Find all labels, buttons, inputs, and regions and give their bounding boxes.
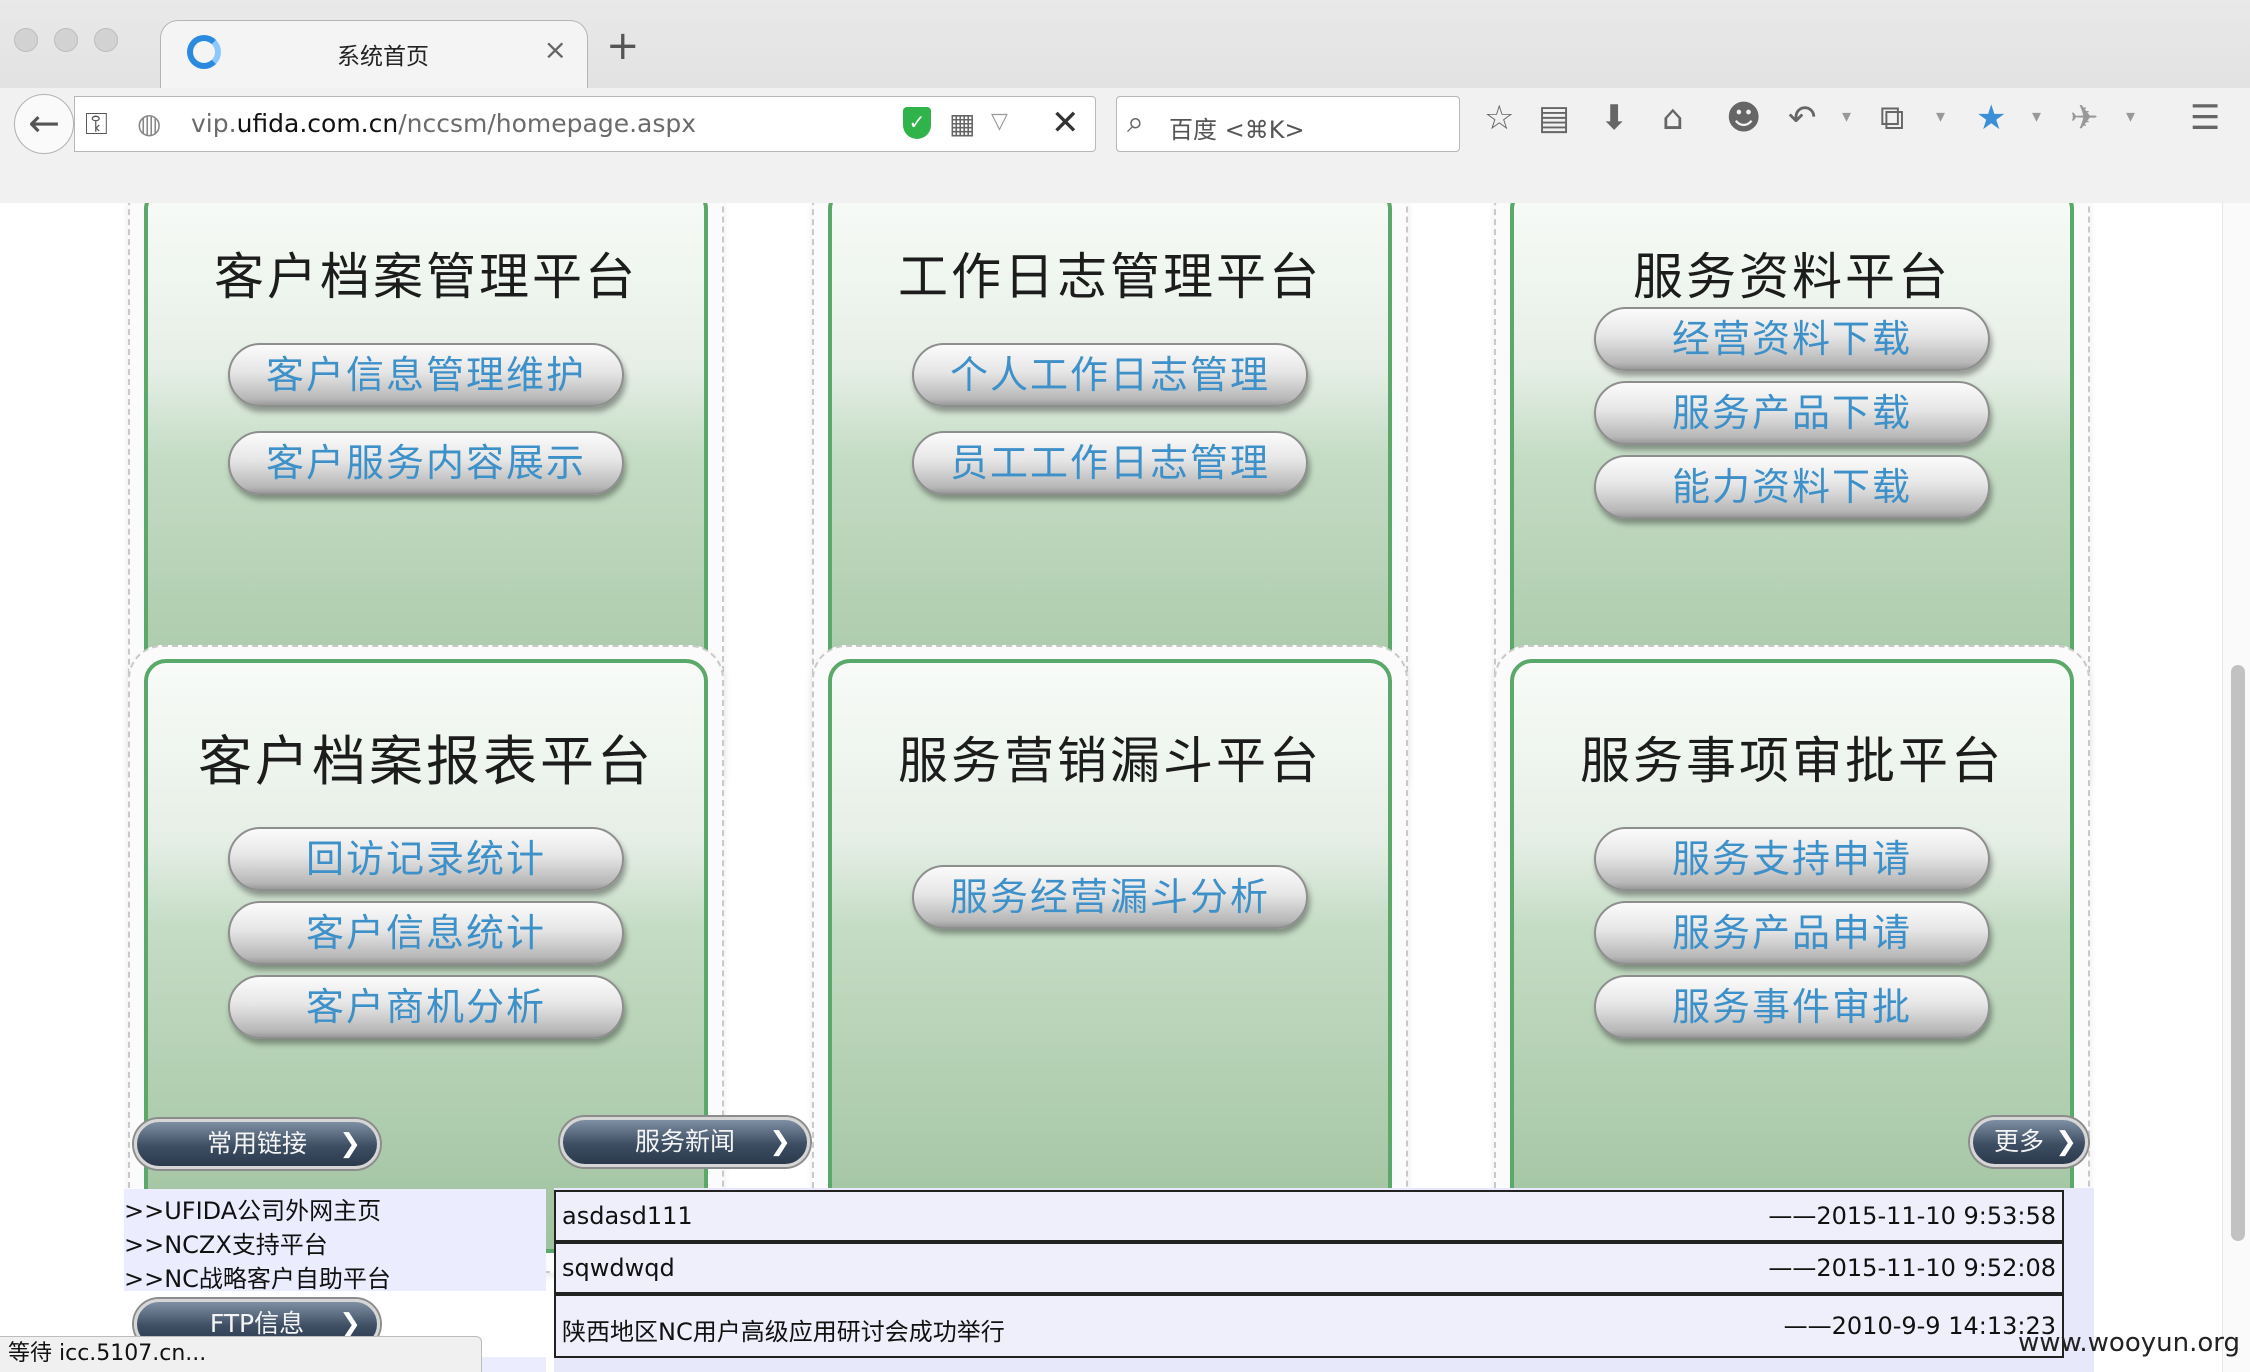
platform-card-panel: 服务营销漏斗平台 服务经营漏斗分析	[828, 659, 1392, 1253]
page-content: 客户档案管理平台 客户信息管理维护 客户服务内容展示 工作日志管理平台 个人工作…	[0, 203, 2250, 1372]
more-news-button[interactable]: 更多 ❯	[1970, 1117, 2088, 1167]
chevron-right-icon: ❯	[769, 1127, 791, 1157]
url-host-main: ufida.com.cn	[236, 109, 399, 138]
news-title[interactable]: sqwdwqd	[562, 1254, 675, 1282]
capability-materials-download-button[interactable]: 能力资料下载	[1594, 455, 1990, 519]
addon-star-icon[interactable]: ★	[1976, 98, 2006, 138]
platform-card-service-approval: 服务事项审批平台 服务支持申请 服务产品申请 服务事件审批	[1494, 645, 2090, 1273]
link-ufida-homepage[interactable]: >>UFIDA公司外网主页	[124, 1191, 381, 1226]
news-title[interactable]: 陕西地区NC用户高级应用研讨会成功举行	[562, 1312, 1005, 1347]
business-materials-download-button[interactable]: 经营资料下载	[1594, 307, 1990, 371]
platform-card-marketing-funnel: 服务营销漏斗平台 服务经营漏斗分析	[812, 645, 1408, 1273]
visit-record-statistics-button[interactable]: 回访记录统计	[228, 827, 624, 891]
window-close-button[interactable]	[14, 28, 38, 52]
undo-icon[interactable]: ↶	[1788, 98, 1817, 138]
home-icon[interactable]: ⌂	[1662, 98, 1684, 138]
search-placeholder: 百度 <⌘K>	[1169, 116, 1305, 144]
globe-icon[interactable]: ◍	[137, 107, 161, 140]
window-minimize-button[interactable]	[54, 28, 78, 52]
service-event-approval-button[interactable]: 服务事件审批	[1594, 975, 1990, 1039]
platform-title: 服务事项审批平台	[1580, 732, 2004, 790]
crop-screenshot-icon[interactable]: ⧉	[1880, 98, 1904, 138]
platform-title: 客户档案管理平台	[214, 248, 638, 306]
security-shield-icon[interactable]: ✓	[903, 107, 931, 139]
navigation-bar: ← ⚿ ◍ vip.ufida.com.cn/nccsm/homepage.as…	[0, 88, 2250, 203]
service-product-application-button[interactable]: 服务产品申请	[1594, 901, 1990, 965]
news-date: ——2015-11-10 9:52:08	[1768, 1254, 2056, 1282]
chat-icon[interactable]: ☻	[1726, 98, 1761, 138]
more-label: 更多	[1993, 1127, 2044, 1156]
back-arrow-icon: ←	[28, 101, 60, 145]
search-bar[interactable]: ⌕ 百度 <⌘K>	[1116, 96, 1460, 152]
search-icon: ⌕	[1127, 105, 1144, 140]
watermark-text: www.wooyun.org	[2017, 1328, 2240, 1358]
personal-work-log-button[interactable]: 个人工作日志管理	[912, 343, 1308, 407]
qr-code-icon[interactable]: ▦	[949, 107, 975, 140]
undo-dropdown-icon[interactable]: ▾	[1842, 106, 1851, 127]
tab-homepage[interactable]: 系统首页 ×	[160, 20, 588, 88]
service-support-application-button[interactable]: 服务支持申请	[1594, 827, 1990, 891]
service-news-label: 服务新闻	[634, 1127, 735, 1156]
status-bar: 等待 icc.5107.cn...	[0, 1336, 482, 1372]
bookmark-star-icon[interactable]: ☆	[1484, 98, 1514, 138]
common-links-label: 常用链接	[206, 1129, 307, 1158]
staff-work-log-button[interactable]: 员工工作日志管理	[912, 431, 1308, 495]
news-date: ——2010-9-9 14:13:23	[1783, 1312, 2056, 1340]
platform-card-customer-report: 客户档案报表平台 回访记录统计 客户信息统计 客户商机分析	[128, 645, 724, 1273]
download-icon[interactable]: ⬇	[1600, 98, 1629, 138]
news-row[interactable]: sqwdwqd ——2015-11-10 9:52:08	[554, 1242, 2064, 1294]
link-nc-self-service[interactable]: >>NC战略客户自助平台	[124, 1259, 391, 1294]
customer-info-statistics-button[interactable]: 客户信息统计	[228, 901, 624, 965]
chevron-right-icon: ❯	[339, 1129, 361, 1159]
service-product-download-button[interactable]: 服务产品下载	[1594, 381, 1990, 445]
link-nczx-support[interactable]: >>NCZX支持平台	[124, 1225, 328, 1260]
service-news-button[interactable]: 服务新闻 ❯	[560, 1117, 810, 1167]
vertical-scrollbar[interactable]	[2222, 203, 2250, 1372]
addon-dropdown-icon[interactable]: ▾	[2032, 106, 2041, 127]
url-dropdown-icon[interactable]: ▽	[991, 109, 1008, 134]
reading-list-icon[interactable]: ▤	[1538, 98, 1570, 138]
window-zoom-button[interactable]	[94, 28, 118, 52]
loading-favicon-icon	[187, 35, 221, 69]
url-path: /nccsm/homepage.aspx	[398, 109, 697, 138]
scrollbar-thumb[interactable]	[2231, 665, 2245, 1241]
common-links-button[interactable]: 常用链接 ❯	[134, 1119, 380, 1169]
tab-bar: 系统首页 × +	[0, 0, 2250, 88]
key-icon[interactable]: ⚿	[85, 107, 108, 142]
platform-title: 服务营销漏斗平台	[898, 732, 1322, 790]
menu-icon[interactable]: ☰	[2190, 98, 2220, 138]
platform-title: 客户档案报表平台	[198, 730, 654, 793]
customer-info-maintenance-button[interactable]: 客户信息管理维护	[228, 343, 624, 407]
extension-icon[interactable]: ✈	[2070, 98, 2099, 138]
common-links-list: >>UFIDA公司外网主页 >>NCZX支持平台 >>NC战略客户自助平台	[124, 1189, 546, 1294]
crop-dropdown-icon[interactable]: ▾	[1936, 106, 1945, 127]
news-list: asdasd111 ——2015-11-10 9:53:58 sqwdwqd —…	[554, 1188, 2094, 1372]
chevron-right-icon: ❯	[2055, 1127, 2077, 1157]
new-tab-button[interactable]: +	[606, 26, 640, 66]
platform-title: 服务资料平台	[1633, 248, 1951, 306]
url-text[interactable]: vip.ufida.com.cn/nccsm/homepage.aspx	[191, 109, 696, 138]
close-tab-icon[interactable]: ×	[544, 33, 567, 66]
url-host-prefix: vip.	[191, 109, 237, 138]
news-row[interactable]: 陕西地区NC用户高级应用研讨会成功举行 ——2010-9-9 14:13:23	[554, 1294, 2064, 1358]
browser-chrome: 系统首页 × + ← ⚿ ◍ vip.ufida.com.cn/nccsm/ho…	[0, 0, 2250, 203]
customer-service-display-button[interactable]: 客户服务内容展示	[228, 431, 624, 495]
tab-title: 系统首页	[337, 44, 429, 70]
back-button[interactable]: ←	[14, 94, 74, 154]
url-bar[interactable]: ⚿ ◍ vip.ufida.com.cn/nccsm/homepage.aspx…	[74, 96, 1096, 152]
news-row[interactable]: asdasd111 ——2015-11-10 9:53:58	[554, 1190, 2064, 1242]
service-funnel-analysis-button[interactable]: 服务经营漏斗分析	[912, 865, 1308, 929]
stop-loading-icon[interactable]: ✕	[1051, 103, 1080, 143]
news-title[interactable]: asdasd111	[562, 1202, 693, 1230]
extension-dropdown-icon[interactable]: ▾	[2126, 106, 2135, 127]
ftp-info-label: FTP信息	[209, 1309, 305, 1338]
news-date: ——2015-11-10 9:53:58	[1768, 1202, 2056, 1230]
platform-title: 工作日志管理平台	[898, 248, 1322, 306]
customer-opportunity-analysis-button[interactable]: 客户商机分析	[228, 975, 624, 1039]
